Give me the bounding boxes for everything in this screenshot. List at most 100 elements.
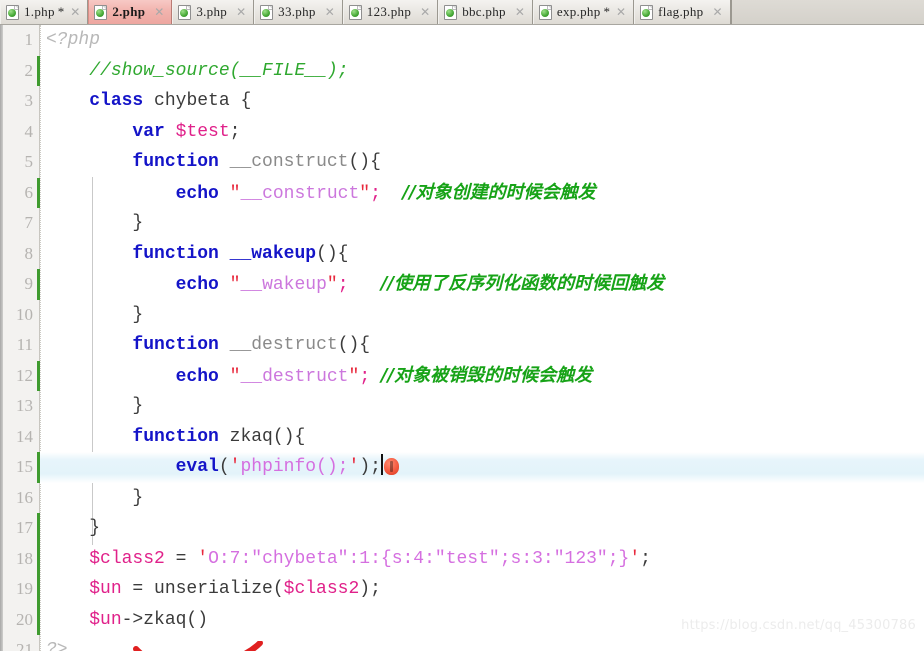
- keyword-eval: eval: [175, 457, 219, 477]
- close-icon[interactable]: ✕: [515, 6, 525, 18]
- string-quote: ": [229, 275, 241, 295]
- tab-label: bbc.php: [462, 4, 506, 19]
- keyword-function: function: [132, 243, 219, 264]
- tab-bar-empty-area: [730, 0, 924, 24]
- comment-text: //show_source(__FILE__);: [89, 60, 349, 81]
- php-file-icon: [178, 4, 192, 20]
- line-number: 10: [16, 304, 33, 324]
- code-line-10[interactable]: }: [40, 300, 924, 331]
- line-number-gutter: 1 2 3 4 5 6 7 8 9 10 11 12 13 14 15 16 1…: [0, 25, 40, 651]
- code-line-13[interactable]: }: [40, 391, 924, 422]
- php-file-icon: [348, 4, 362, 20]
- line-number: 1: [24, 30, 34, 49]
- open-paren: (: [218, 457, 230, 477]
- code-line-7[interactable]: }: [40, 208, 924, 239]
- line-number: 2: [0, 55, 40, 87]
- tab-1-php[interactable]: 1.php * ✕: [0, 0, 89, 24]
- variable-un: $un: [89, 579, 122, 599]
- line-number: 7: [24, 213, 34, 232]
- semicolon: ;: [640, 548, 651, 569]
- closing-brace: }: [132, 213, 144, 233]
- line-number: 12: [0, 360, 40, 392]
- tab-2-php[interactable]: 2.php ✕: [88, 0, 173, 24]
- keyword-class: class: [89, 91, 144, 111]
- tab-label: 1.php: [24, 4, 55, 19]
- line-number: 13: [16, 396, 33, 415]
- method-name-zkaq: zkaq(){: [218, 426, 306, 447]
- semicolon: ;: [370, 457, 381, 477]
- php-file-icon: [444, 4, 458, 20]
- code-line-18[interactable]: $class2 = 'O:7:"chybeta":1:{s:4:"test";s…: [40, 544, 924, 575]
- tab-3-php[interactable]: 3.php ✕: [172, 0, 255, 24]
- line-number: 16: [16, 487, 33, 507]
- code-line-19[interactable]: $un = unserialize($class2);: [40, 574, 924, 605]
- comment-text: //使用了反序列化函数的时候回触发: [380, 273, 665, 294]
- string-quote: ": [229, 183, 241, 204]
- close-icon[interactable]: ✕: [236, 6, 246, 18]
- tab-flag-php[interactable]: flag.php ✕: [634, 0, 731, 24]
- code-line-12[interactable]: echo "__destruct"; //对象被销毁的时候会触发: [40, 361, 924, 392]
- code-line-8[interactable]: function __wakeup(){: [40, 239, 924, 270]
- string-quote: ': [629, 548, 641, 569]
- tab-bbc-php[interactable]: bbc.php ✕: [438, 0, 533, 24]
- line-number: 19: [0, 574, 40, 605]
- tab-dirty-marker: *: [57, 4, 65, 19]
- code-text-area[interactable]: <?php //show_source(__FILE__); class chy…: [40, 25, 924, 651]
- line-number: 18: [0, 543, 40, 575]
- code-line-6[interactable]: echo "__construct"; //对象创建的时候会触发: [40, 178, 924, 209]
- tab-exp-php[interactable]: exp.php * ✕: [532, 0, 635, 24]
- code-line-14[interactable]: function zkaq(){: [40, 422, 924, 453]
- string-quote: ': [348, 457, 360, 477]
- close-icon[interactable]: ✕: [616, 6, 626, 18]
- code-line-3[interactable]: class chybeta {: [40, 86, 924, 117]
- close-icon[interactable]: ✕: [70, 6, 80, 18]
- method-parens: (){: [337, 335, 371, 355]
- code-line-4[interactable]: var $test;: [40, 117, 924, 148]
- variable-class2: $class2: [283, 579, 360, 599]
- string-content: phpinfo();: [240, 457, 349, 477]
- code-line-9[interactable]: echo "__wakeup"; //使用了反序列化函数的时候回触发: [40, 269, 924, 300]
- variable-test: $test: [175, 121, 230, 142]
- code-line-15[interactable]: eval('phpinfo();');: [40, 452, 924, 483]
- php-close-tag: ?>: [46, 640, 68, 651]
- assignment-operator: =: [164, 548, 198, 569]
- method-name-wakeup: __wakeup: [229, 243, 317, 264]
- keyword-echo: echo: [175, 366, 219, 387]
- string-quote: ": [326, 275, 338, 295]
- line-number: 11: [16, 335, 33, 354]
- code-line-21[interactable]: ?>: [40, 635, 924, 651]
- string-quote: ": [348, 366, 360, 387]
- tab-label: exp.php: [556, 4, 601, 19]
- text-caret: [380, 454, 383, 475]
- tab-label: flag.php: [658, 4, 704, 19]
- tab-label: 33.php: [278, 4, 316, 19]
- semicolon: ;: [337, 275, 349, 295]
- method-name-destruct: __destruct: [229, 335, 338, 355]
- code-line-5[interactable]: function __construct(){: [40, 147, 924, 178]
- close-icon[interactable]: ✕: [154, 6, 164, 18]
- string-content: __wakeup: [240, 275, 327, 295]
- php-file-icon: [6, 4, 19, 20]
- close-icon[interactable]: ✕: [712, 6, 722, 18]
- method-call-zkaq: ->zkaq(): [121, 609, 209, 630]
- code-line-11[interactable]: function __destruct(){: [40, 330, 924, 361]
- function-unserialize: unserialize(: [154, 579, 284, 599]
- line-number: 17: [0, 513, 40, 544]
- line-number: 15: [0, 452, 40, 483]
- code-line-17[interactable]: }: [40, 513, 924, 544]
- close-icon[interactable]: ✕: [420, 6, 430, 18]
- serialized-string: O:7:"chybeta":1:{s:4:"test";s:3:"123";}: [208, 548, 630, 569]
- code-line-1[interactable]: <?php: [40, 25, 924, 56]
- close-icon[interactable]: ✕: [325, 6, 335, 18]
- tab-123-php[interactable]: 123.php ✕: [342, 0, 439, 24]
- comment-text: //对象创建的时候会触发: [402, 181, 596, 203]
- code-line-16[interactable]: }: [40, 483, 924, 514]
- string-content: __construct: [240, 183, 360, 204]
- closing-brace: }: [132, 304, 144, 325]
- code-line-2[interactable]: //show_source(__FILE__);: [40, 56, 924, 87]
- tab-33-php[interactable]: 33.php ✕: [254, 0, 343, 24]
- tab-label: 3.php: [196, 4, 228, 19]
- closing-brace: }: [89, 518, 101, 538]
- code-editor[interactable]: 1 2 3 4 5 6 7 8 9 10 11 12 13 14 15 16 1…: [0, 25, 924, 651]
- line-number: 6: [0, 177, 40, 209]
